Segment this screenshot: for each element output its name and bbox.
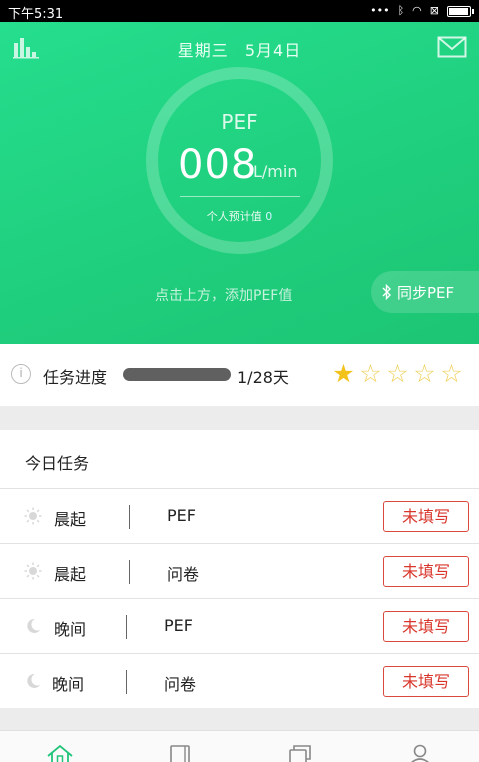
bottom-nav bbox=[0, 730, 479, 762]
status-icons: ••• ᛒ ◠ ⊠ bbox=[370, 3, 474, 19]
bluetooth-icon: ᛒ bbox=[397, 4, 405, 17]
weekday: 星期三 bbox=[177, 41, 229, 60]
task-type: PEF bbox=[167, 506, 196, 525]
task-period: 晨起 bbox=[54, 565, 87, 584]
progress-text: 1/28天 bbox=[237, 368, 289, 387]
task-period: 晚间 bbox=[52, 675, 85, 694]
star-icon: ★ bbox=[332, 359, 355, 388]
star-rating: ★ ☆ ☆ ☆ ☆ bbox=[330, 359, 465, 389]
info-icon[interactable]: i bbox=[11, 364, 31, 384]
copy-icon[interactable] bbox=[287, 744, 313, 762]
pef-label: PEF bbox=[221, 110, 258, 134]
task-period: 晨起 bbox=[54, 510, 87, 529]
not-filled-button[interactable]: 未填写 bbox=[383, 611, 469, 642]
task-row[interactable]: 晚间 问卷 未填写 bbox=[0, 653, 479, 708]
add-pef-hint: 点击上方，添加PEF值 bbox=[155, 288, 293, 304]
not-filled-button[interactable]: 未填写 bbox=[383, 556, 469, 587]
pef-header: 星期三 5月4日 PEF 008 L/min 个人预计值 0 点击上方，添加PE… bbox=[0, 22, 479, 344]
today-tasks-card: 今日任务 晨起 PEF 未填写 晨起 问卷 未填写 晚间 PEF 未填写 晚间 … bbox=[0, 430, 479, 708]
person-icon[interactable] bbox=[407, 744, 433, 762]
moon-icon bbox=[27, 673, 40, 688]
task-type: 问卷 bbox=[167, 565, 200, 584]
not-filled-button[interactable]: 未填写 bbox=[383, 666, 469, 697]
dots-icon: ••• bbox=[370, 4, 390, 17]
pef-value: 008 bbox=[178, 142, 258, 188]
star-outline-icon: ☆ bbox=[440, 359, 463, 388]
mail-icon[interactable] bbox=[437, 36, 467, 58]
predicted-value: 0 bbox=[265, 210, 273, 223]
pef-unit: L/min bbox=[253, 162, 298, 181]
sun-icon bbox=[24, 507, 42, 525]
date-display: 星期三 5月4日 bbox=[0, 37, 479, 61]
task-row[interactable]: 晚间 PEF 未填写 bbox=[0, 598, 479, 653]
star-outline-icon: ☆ bbox=[359, 359, 382, 388]
sync-pef-button[interactable]: 同步PEF bbox=[371, 271, 479, 313]
not-filled-button[interactable]: 未填写 bbox=[383, 501, 469, 532]
sun-icon bbox=[24, 562, 42, 580]
sync-pef-label: 同步PEF bbox=[397, 283, 455, 302]
task-period: 晚间 bbox=[54, 620, 87, 639]
progress-bar bbox=[123, 368, 231, 381]
divider bbox=[129, 505, 130, 529]
ring-divider bbox=[180, 196, 300, 197]
predicted-value-row: 个人预计值 0 bbox=[0, 208, 479, 224]
divider bbox=[126, 670, 127, 694]
home-icon[interactable] bbox=[47, 744, 73, 762]
moon-icon bbox=[27, 618, 40, 633]
book-icon[interactable] bbox=[167, 744, 193, 762]
task-type: 问卷 bbox=[164, 675, 197, 694]
status-time: 下午5:31 bbox=[8, 7, 64, 22]
task-row[interactable]: 晨起 问卷 未填写 bbox=[0, 543, 479, 598]
status-bar: 下午5:31 ••• ᛒ ◠ ⊠ bbox=[0, 0, 479, 22]
divider bbox=[129, 560, 130, 584]
task-progress: i 任务进度 1/28天 ★ ☆ ☆ ☆ ☆ bbox=[0, 344, 479, 406]
predicted-label: 个人预计值 bbox=[206, 210, 262, 223]
sim-icon: ⊠ bbox=[429, 4, 439, 17]
divider bbox=[126, 615, 127, 639]
star-outline-icon: ☆ bbox=[413, 359, 436, 388]
today-tasks-title: 今日任务 bbox=[25, 454, 90, 473]
progress-label: 任务进度 bbox=[43, 368, 108, 387]
date-text: 5月4日 bbox=[244, 41, 302, 60]
wifi-icon: ◠ bbox=[412, 4, 422, 17]
star-outline-icon: ☆ bbox=[386, 359, 409, 388]
task-type: PEF bbox=[164, 616, 193, 635]
task-row[interactable]: 晨起 PEF 未填写 bbox=[0, 488, 479, 543]
bluetooth-icon bbox=[382, 284, 391, 300]
battery-icon bbox=[447, 5, 474, 17]
